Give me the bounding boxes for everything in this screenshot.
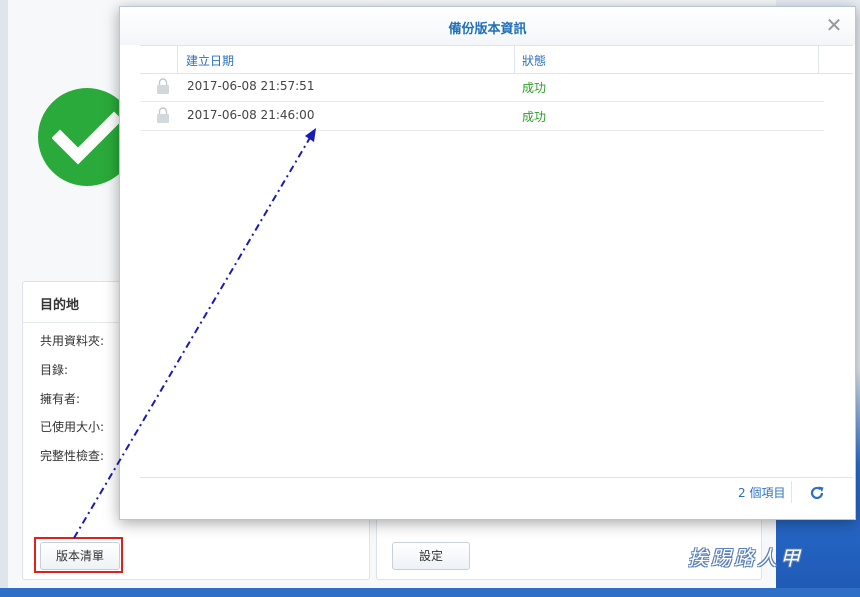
annotation-arrow	[73, 128, 316, 539]
